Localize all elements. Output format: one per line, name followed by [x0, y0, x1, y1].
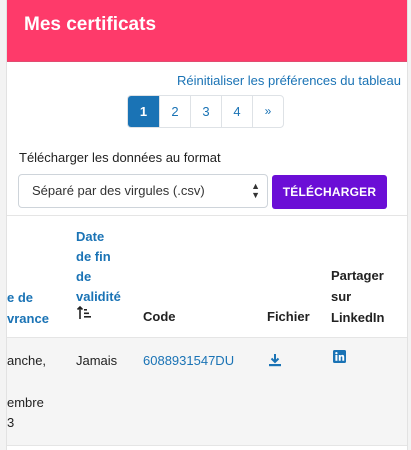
- column-header-end-date-line4[interactable]: validité: [76, 286, 121, 307]
- cell-delivery-date-line3: 3: [7, 415, 15, 430]
- download-format-label: Télécharger les données au format: [19, 150, 221, 165]
- divider: [7, 215, 407, 216]
- page-1-button[interactable]: 1: [128, 96, 159, 127]
- next-page-button[interactable]: »: [252, 96, 283, 127]
- select-arrows-icon: ▲ ▼: [251, 181, 260, 200]
- column-header-file: Fichier: [267, 309, 310, 324]
- download-icon[interactable]: [268, 353, 282, 367]
- page-title: Mes certificats: [24, 14, 157, 35]
- cell-delivery-date-line2: embre: [7, 395, 44, 410]
- download-button[interactable]: TÉLÉCHARGER: [272, 175, 387, 209]
- column-header-share-line2: sur: [331, 289, 352, 304]
- cell-code-link[interactable]: 6088931547DU: [143, 353, 234, 368]
- row-divider: [7, 445, 407, 446]
- certificates-card: Mes certificats Réinitialiser les préfér…: [6, 0, 408, 450]
- cell-delivery-date-line1: anche,: [7, 353, 47, 368]
- format-select-value: Séparé par des virgules (.csv): [32, 183, 205, 198]
- page-3-button[interactable]: 3: [190, 96, 221, 127]
- column-header-end-date-line1[interactable]: Date: [76, 226, 104, 247]
- cell-end-date: Jamais: [76, 353, 118, 368]
- page-4-button[interactable]: 4: [221, 96, 252, 127]
- column-header-code: Code: [143, 309, 176, 324]
- reset-table-preferences-link[interactable]: Réinitialiser les préférences du tableau: [177, 73, 401, 88]
- format-select[interactable]: Séparé par des virgules (.csv) ▲ ▼: [18, 174, 268, 208]
- sort-ascending-icon[interactable]: [76, 305, 92, 321]
- pagination: 1 2 3 4 »: [127, 95, 284, 128]
- column-header-share-line1: Partager: [331, 268, 384, 283]
- column-header-end-date-line2[interactable]: de fin: [76, 246, 111, 267]
- column-header-end-date-line3[interactable]: de: [76, 266, 91, 287]
- linkedin-icon[interactable]: [333, 350, 346, 363]
- column-header-share-line3: LinkedIn: [331, 310, 385, 325]
- card-header: Mes certificats: [7, 0, 407, 62]
- page-2-button[interactable]: 2: [159, 96, 190, 127]
- column-header-delivery-date-line2[interactable]: vrance: [7, 308, 49, 329]
- column-header-delivery-date-line1[interactable]: e de: [7, 287, 33, 308]
